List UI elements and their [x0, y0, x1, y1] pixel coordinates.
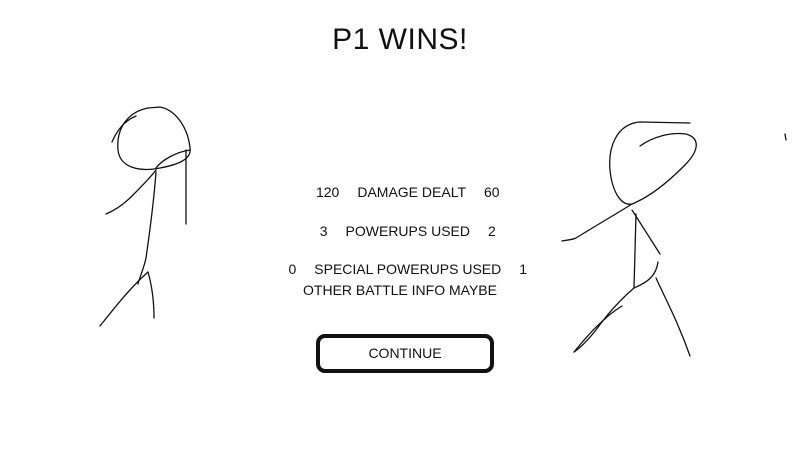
- p2-powerups-used-value: 2: [488, 223, 496, 239]
- special-powerups-used-label: SPECIAL POWERUPS USED: [314, 261, 502, 277]
- victory-screen: P1 WINS! 120 DAMAGE DEALT 60 3 POWERUPS USE…: [0, 0, 800, 450]
- p1-damage-dealt-value: 120: [315, 184, 340, 200]
- damage-dealt-label: DAMAGE DEALT: [357, 184, 466, 200]
- winner-title: P1 WINS!: [332, 23, 468, 56]
- p1-special-powerups-value: 0: [288, 261, 297, 277]
- powerups-used-label: POWERUPS USED: [345, 223, 471, 239]
- continue-button[interactable]: CONTINUE: [316, 334, 494, 373]
- other-battle-info: OTHER BATTLE INFO MAYBE: [303, 282, 497, 298]
- p2-damage-dealt-value: 60: [484, 184, 500, 200]
- p2-special-powerups-value: 1: [519, 261, 528, 277]
- p1-powerups-used-value: 3: [319, 223, 328, 239]
